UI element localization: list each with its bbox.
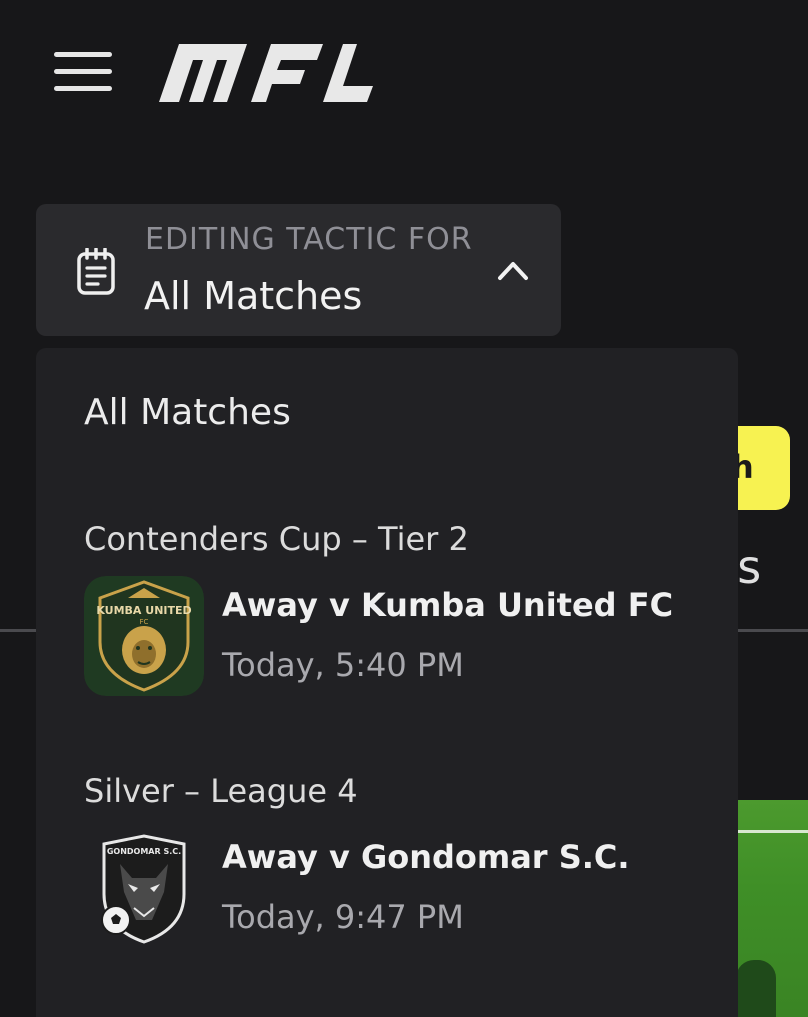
page: ch ons EDITING TACTIC FOR All Matches Al… [0,0,808,1017]
svg-text:GONDOMAR S.C.: GONDOMAR S.C. [107,847,181,856]
gondomar-crest: GONDOMAR S.C. [101,834,186,944]
hamburger-menu-icon[interactable] [52,50,114,94]
match-title: Away v Kumba United FC [222,586,674,624]
selector-value: All Matches [144,274,363,318]
tactic-match-selector[interactable]: EDITING TACTIC FOR All Matches [36,204,561,336]
svg-text:FC: FC [140,618,149,626]
pitch-image [730,800,808,1017]
clipboard-icon [77,248,115,295]
svg-text:KUMBA UNITED: KUMBA UNITED [96,604,191,617]
kumba-united-crest: KUMBA UNITED FC [84,576,204,696]
group-title-silver: Silver – League 4 [84,772,358,810]
selector-label: EDITING TACTIC FOR [145,222,473,257]
group-title-contenders: Contenders Cup – Tier 2 [84,520,469,558]
match-time: Today, 5:40 PM [222,646,464,684]
match-option-kumba[interactable]: KUMBA UNITED FC Away v Kumba United FC T… [84,576,704,700]
option-all-matches[interactable]: All Matches [84,392,291,433]
match-option-gondomar[interactable]: GONDOMAR S.C. Away v Gondomar S.C. Today… [84,828,704,952]
match-dropdown: All Matches Contenders Cup – Tier 2 KUMB… [36,348,738,1017]
match-time: Today, 9:47 PM [222,898,464,936]
match-title: Away v Gondomar S.C. [222,838,630,876]
chevron-up-icon[interactable] [496,258,530,282]
mfl-logo[interactable] [155,40,375,104]
